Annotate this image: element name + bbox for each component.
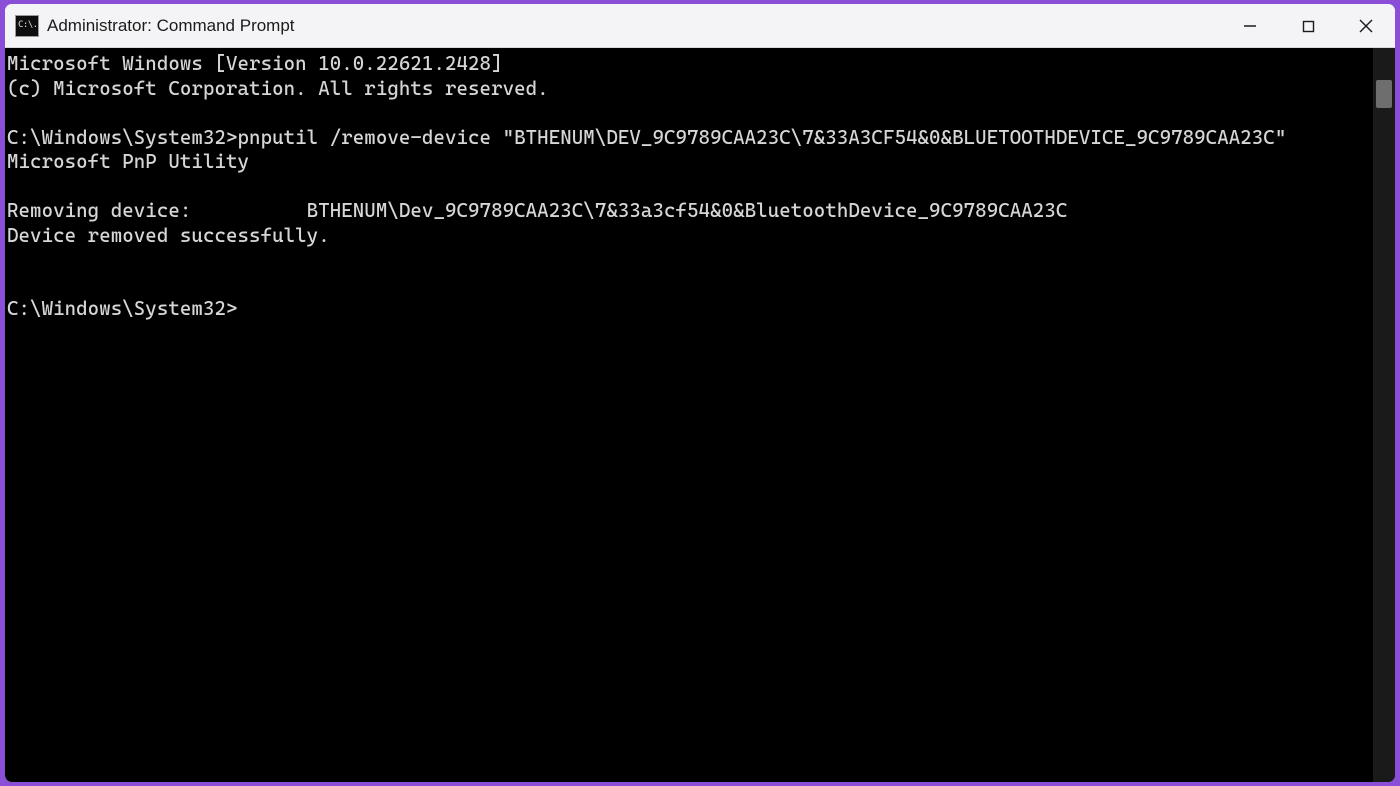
window-title: Administrator: Command Prompt — [47, 16, 295, 36]
terminal-line: Device removed successfully. — [7, 224, 330, 247]
command-prompt-window: C:\. Administrator: Command Prompt Micro… — [4, 3, 1396, 783]
maximize-button[interactable] — [1279, 4, 1337, 48]
titlebar[interactable]: C:\. Administrator: Command Prompt — [5, 4, 1395, 48]
terminal-line: Removing device: BTHENUM\Dev_9C9789CAA23… — [7, 199, 1067, 222]
close-button[interactable] — [1337, 4, 1395, 48]
cmd-app-icon: C:\. — [15, 15, 39, 37]
console-area: Microsoft Windows [Version 10.0.22621.24… — [5, 48, 1395, 782]
terminal-line: Microsoft Windows [Version 10.0.22621.24… — [7, 52, 503, 75]
terminal-prompt: C:\Windows\System32> — [7, 297, 238, 320]
close-icon — [1359, 19, 1373, 33]
minimize-icon — [1243, 19, 1257, 33]
cmd-icon-glyph: C:\. — [16, 21, 38, 30]
terminal-output[interactable]: Microsoft Windows [Version 10.0.22621.24… — [5, 48, 1373, 782]
vertical-scrollbar[interactable] — [1373, 48, 1395, 782]
terminal-line: Microsoft PnP Utility — [7, 150, 249, 173]
minimize-button[interactable] — [1221, 4, 1279, 48]
terminal-line: C:\Windows\System32>pnputil /remove-devi… — [7, 126, 1286, 149]
scrollbar-thumb[interactable] — [1376, 80, 1392, 108]
terminal-line: (c) Microsoft Corporation. All rights re… — [7, 77, 549, 100]
maximize-icon — [1302, 20, 1315, 33]
window-controls — [1221, 4, 1395, 48]
